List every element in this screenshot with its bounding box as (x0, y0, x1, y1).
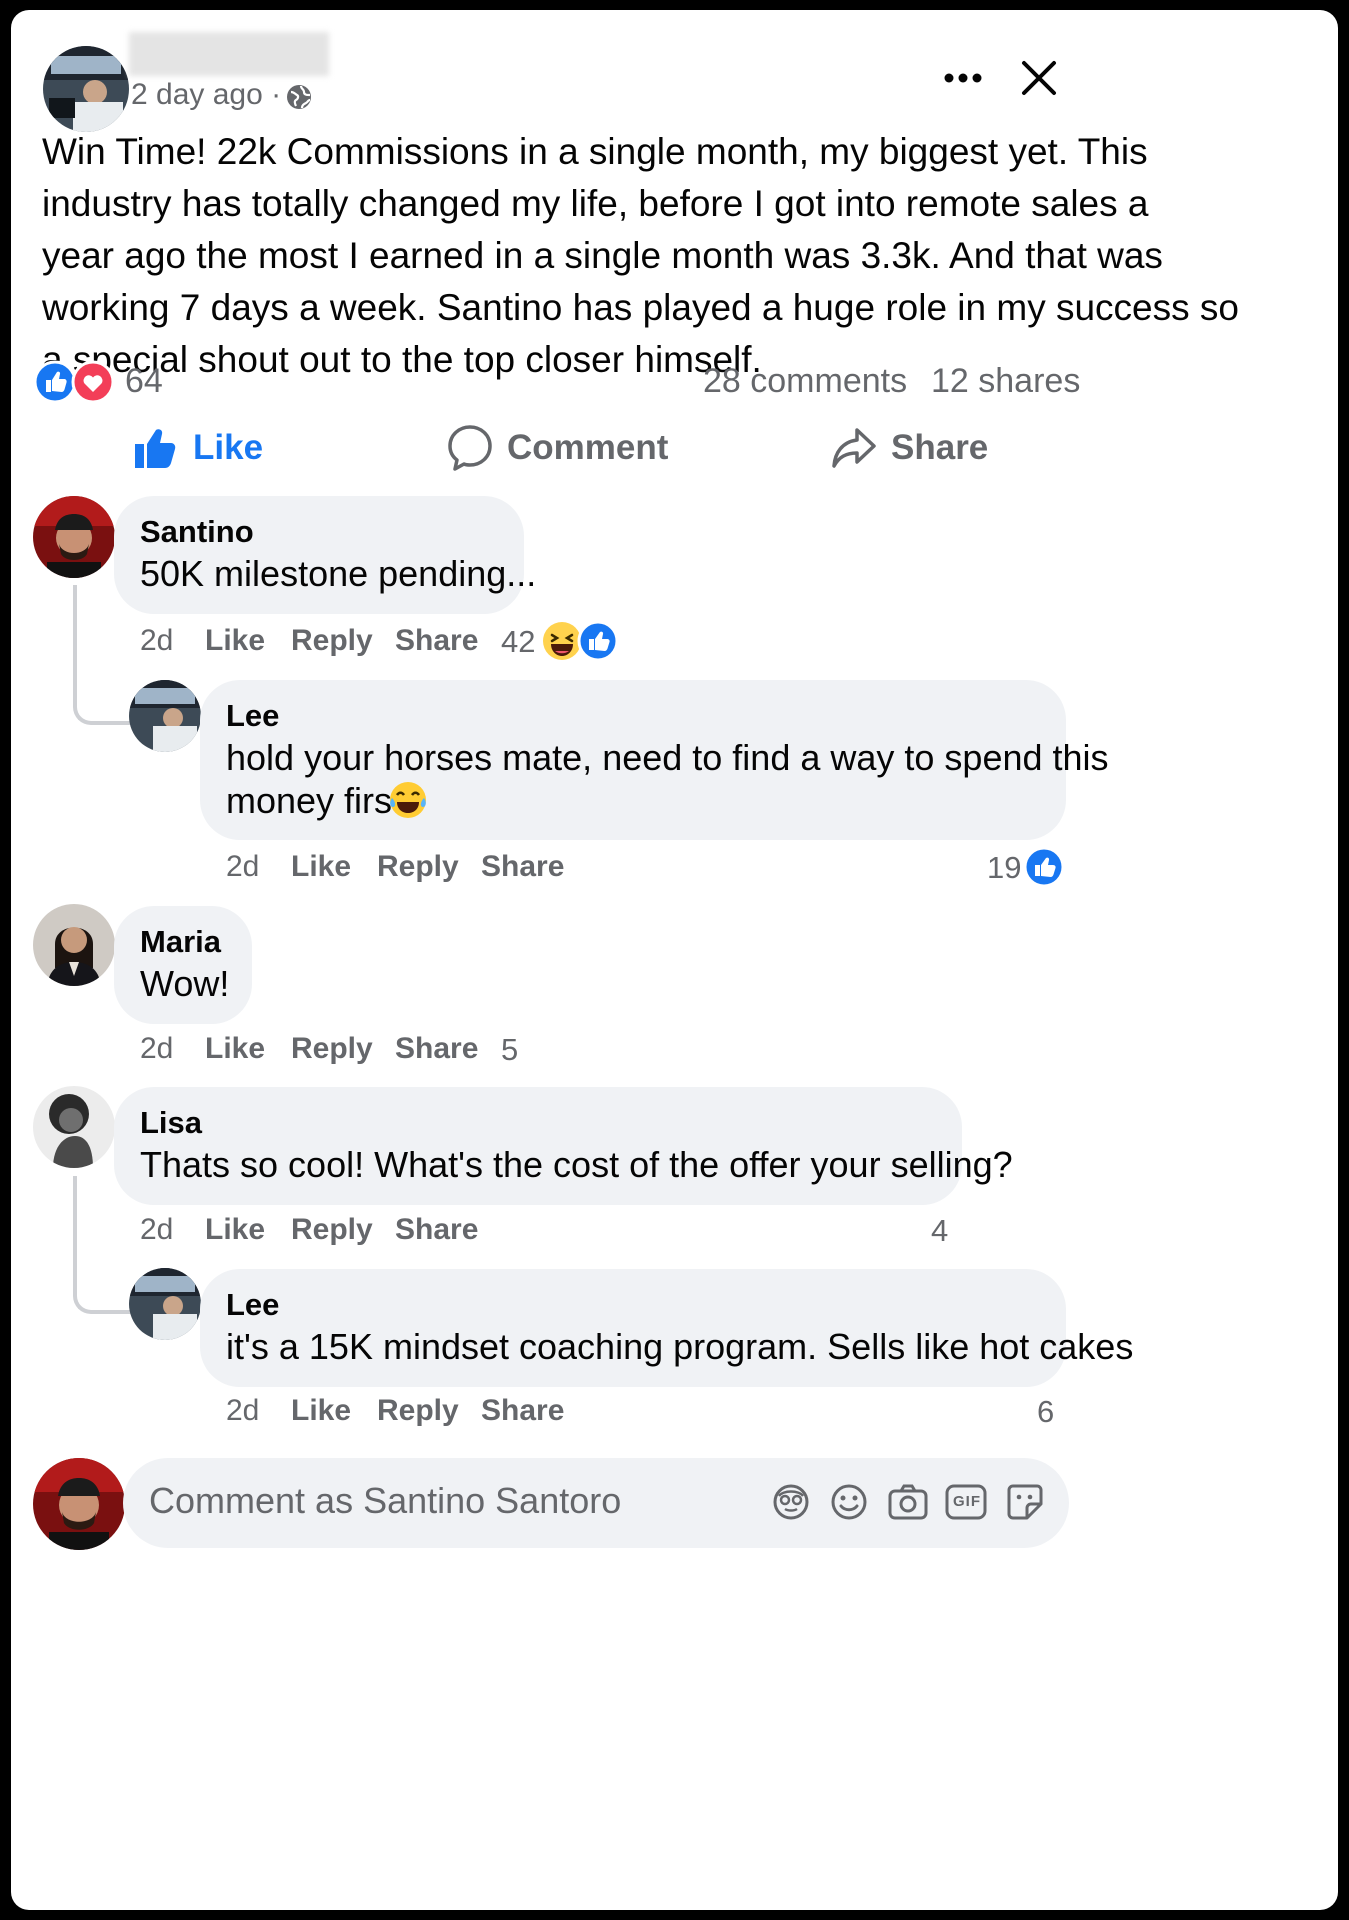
comment-bubble: Lisa Thats so cool! What's the cost of t… (114, 1087, 1013, 1205)
more-icon[interactable] (943, 68, 983, 88)
comment-input-placeholder: Comment as Santino Santoro (149, 1480, 622, 1521)
post-text: Win Time! 22k Commissions in a single mo… (42, 126, 1239, 386)
comment-reply-button[interactable]: Reply (377, 1394, 459, 1428)
thread-line (73, 1176, 135, 1314)
comment-bubble: Lee it's a 15K mindset coaching program.… (200, 1269, 1133, 1387)
poster-avatar[interactable] (43, 46, 129, 132)
emoji-icon[interactable] (829, 1482, 869, 1522)
share-label: Share (891, 428, 989, 467)
comment-reply-button[interactable]: Reply (291, 1213, 373, 1247)
like-reaction-icon (577, 620, 619, 662)
comment-time[interactable]: 2d (140, 624, 173, 658)
poster-name-redacted (129, 32, 329, 76)
like-reaction-icon (1023, 846, 1065, 888)
post-card: 2 day ago · Win Time! 22k Commissions in… (11, 10, 1338, 1910)
comment-reply-button[interactable]: Reply (291, 624, 373, 658)
commenter-name[interactable]: Santino (140, 514, 254, 550)
comment-time[interactable]: 2d (226, 850, 259, 884)
comment-text: it's a 15K mindset coaching program. Sel… (226, 1326, 1134, 1367)
comment-icon (447, 424, 493, 472)
commenter-avatar[interactable] (33, 1086, 115, 1168)
comment-text: 50K milestone pending... (140, 553, 537, 594)
comment-bubble: Maria Wow! (114, 906, 252, 1024)
comment-share-button[interactable]: Share (395, 1032, 478, 1066)
comment-reaction-count[interactable]: 5 (501, 1032, 518, 1068)
love-reaction-icon (71, 360, 115, 404)
commenter-name[interactable]: Lee (226, 1287, 279, 1323)
post-timestamp[interactable]: 2 day ago (131, 78, 263, 111)
commenter-name[interactable]: Lisa (140, 1105, 202, 1141)
like-icon (133, 426, 177, 470)
comment-like-button[interactable]: Like (291, 1394, 351, 1428)
comment-reaction-count[interactable]: 19 (987, 850, 1021, 886)
comment-label: Comment (507, 428, 669, 467)
reaction-summary[interactable]: 64 (33, 360, 173, 404)
comment-reply-button[interactable]: Reply (291, 1032, 373, 1066)
comment-text: money first (226, 780, 403, 821)
comment-like-button[interactable]: Like (205, 1032, 265, 1066)
laughing-emoji (388, 780, 428, 820)
comment-time[interactable]: 2d (140, 1032, 173, 1066)
comment-bubble: Santino 50K milestone pending... (114, 496, 536, 614)
close-icon[interactable] (1021, 60, 1057, 96)
commenter-name[interactable]: Maria (140, 924, 221, 960)
comment-share-button[interactable]: Share (395, 1213, 478, 1247)
comment-time[interactable]: 2d (226, 1394, 259, 1428)
comment-button[interactable]: Comment (447, 420, 687, 476)
avatar-icon[interactable] (771, 1482, 811, 1522)
comment-reaction-count[interactable]: 42 (501, 624, 535, 660)
commenter-avatar[interactable] (33, 904, 115, 986)
comment-reaction-count[interactable]: 6 (1037, 1394, 1054, 1430)
current-user-avatar[interactable] (33, 1458, 125, 1550)
comment-like-button[interactable]: Like (205, 1213, 265, 1247)
comment-share-button[interactable]: Share (481, 1394, 564, 1428)
commenter-avatar[interactable] (129, 680, 201, 752)
like-button[interactable]: Like (133, 420, 333, 476)
post-text-line: Win Time! 22k Commissions in a single mo… (42, 131, 1148, 172)
comment-share-button[interactable]: Share (395, 624, 478, 658)
post-text-line: industry has totally changed my life, be… (42, 183, 1149, 224)
comment-share-button[interactable]: Share (481, 850, 564, 884)
commenter-name[interactable]: Lee (226, 698, 279, 734)
comment-text: Wow! (140, 963, 230, 1004)
comment-like-button[interactable]: Like (291, 850, 351, 884)
post-text-line: year ago the most I earned in a single m… (42, 235, 1163, 276)
post-text-line: working 7 days a week. Santino has playe… (42, 287, 1239, 328)
separator: · (271, 78, 282, 111)
globe-icon (285, 83, 313, 111)
share-button[interactable]: Share (831, 420, 1031, 476)
comment-time[interactable]: 2d (140, 1213, 173, 1247)
shares-count[interactable]: 12 shares (931, 362, 1080, 401)
like-label: Like (193, 428, 264, 467)
share-icon (831, 426, 877, 470)
camera-icon[interactable] (887, 1482, 929, 1522)
sticker-icon[interactable] (1005, 1482, 1045, 1522)
comment-bubble: Lee hold your horses mate, need to find … (200, 680, 1109, 840)
commenter-avatar[interactable] (129, 1268, 201, 1340)
comments-count[interactable]: 28 comments (703, 362, 907, 401)
comment-input[interactable]: Comment as Santino Santoro GIF (123, 1458, 1069, 1548)
thread-line (73, 585, 135, 725)
comment-reaction-count[interactable]: 4 (931, 1213, 948, 1249)
gif-label: GIF (953, 1493, 981, 1510)
commenter-avatar[interactable] (33, 496, 115, 578)
gif-icon[interactable]: GIF (945, 1484, 987, 1520)
comment-like-button[interactable]: Like (205, 624, 265, 658)
reaction-count: 64 (125, 362, 163, 400)
comment-text: Thats so cool! What's the cost of the of… (140, 1144, 1013, 1185)
comment-reply-button[interactable]: Reply (377, 850, 459, 884)
